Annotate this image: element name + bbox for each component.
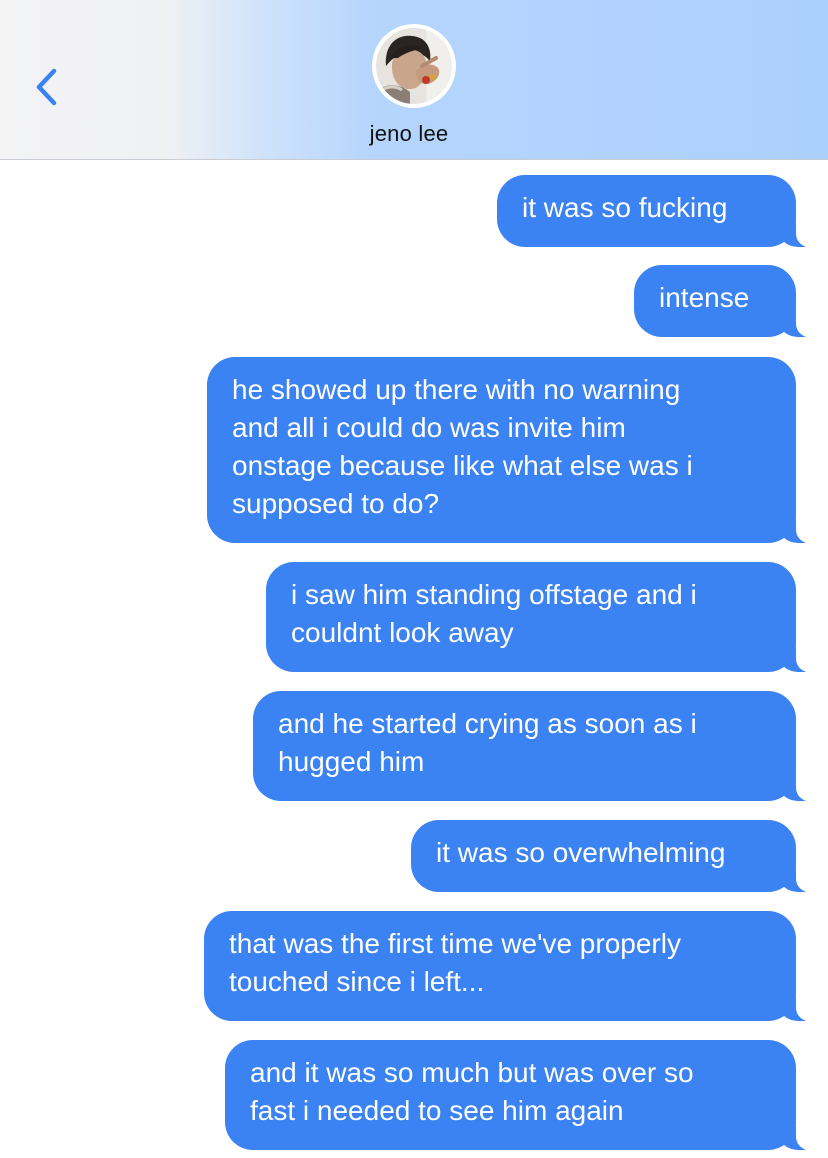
message-bubble[interactable]: it was so overwhelming (411, 820, 826, 893)
message-bubble[interactable]: and he started crying as soon as i hugge… (253, 691, 826, 802)
conversation-header: jeno lee (0, 0, 828, 160)
contact-name[interactable]: jeno lee (0, 121, 818, 147)
message-thread: it was so fucking intense he showed up t… (0, 160, 828, 1158)
avatar[interactable] (372, 24, 456, 108)
message-bubble[interactable]: it was so fucking (497, 175, 826, 248)
message-bubble[interactable]: he showed up there with no warning and a… (207, 357, 826, 544)
message-bubble[interactable]: intense (634, 265, 826, 338)
message-bubble[interactable]: i saw him standing offstage and i couldn… (266, 562, 826, 673)
message-bubble[interactable]: and it was so much but was over so fast … (225, 1040, 826, 1151)
contact-photo (376, 28, 452, 104)
message-bubble[interactable]: that was the first time we've properly t… (204, 911, 826, 1022)
chevron-left-icon[interactable] (30, 64, 64, 110)
